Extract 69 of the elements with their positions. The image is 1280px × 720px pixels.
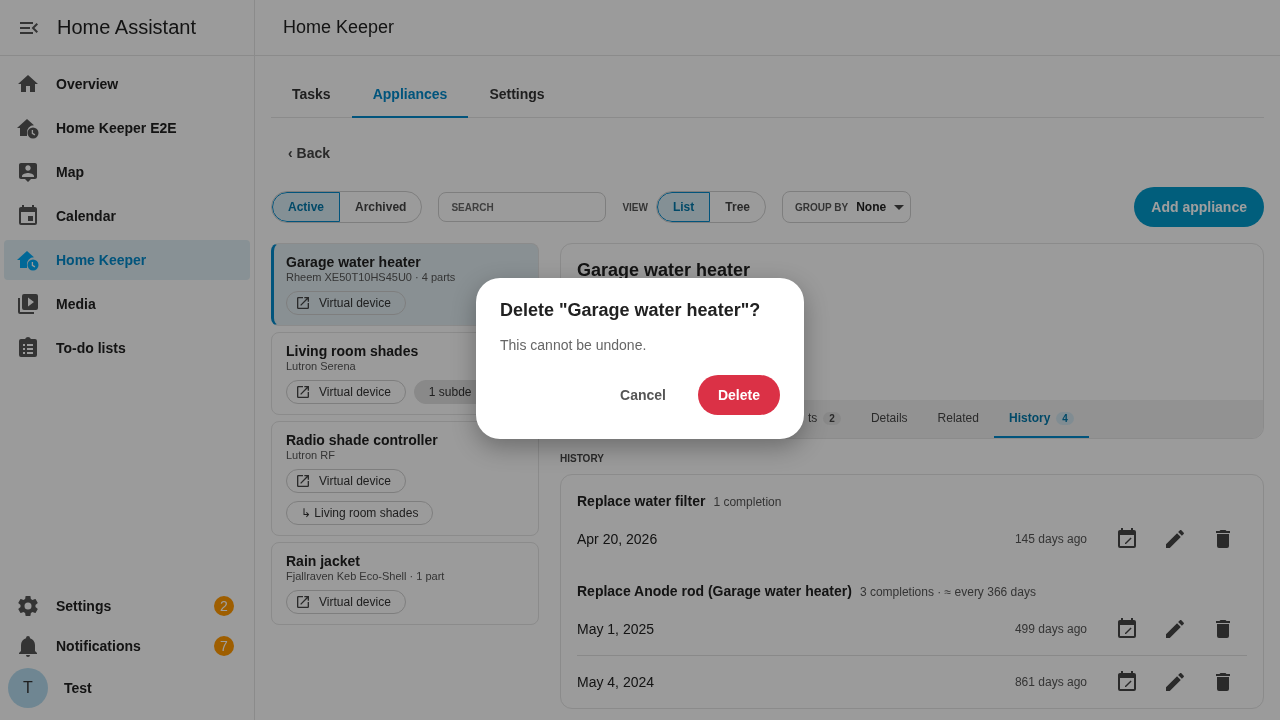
tab[interactable]: Tasks [271, 72, 352, 118]
relative-time: 145 days ago [1014, 532, 1087, 546]
detail-title: Garage water heater [577, 260, 751, 280]
sidebar-item[interactable]: Home Keeper E2E [4, 108, 250, 148]
pencil-icon [1163, 527, 1187, 551]
open-external-icon [295, 295, 311, 311]
sidebar-item[interactable]: To-do lists [4, 328, 250, 368]
delete-button[interactable]: Delete [697, 375, 780, 415]
pencil-icon [1163, 670, 1187, 694]
toggle-option[interactable]: Tree [710, 192, 765, 222]
count-badge: 2 [214, 596, 234, 616]
calendar-icon [16, 204, 40, 228]
completion-date: Apr 20, 2026 [577, 531, 658, 547]
sidebar-item[interactable]: Map [4, 152, 250, 192]
open-external-icon [295, 473, 311, 489]
appliance-card[interactable]: Rain jacket Fjallraven Keb Eco-Shell · 1 part Virtual device [271, 542, 539, 625]
toggle-option[interactable]: Archived [340, 192, 422, 222]
appliance-name: Rain jacket [286, 553, 360, 569]
completion-date: May 1, 2025 [577, 621, 655, 637]
appliance-subtitle: Lutron Serena [286, 360, 356, 372]
appliance-name: Garage water heater [286, 254, 421, 270]
bell-icon [16, 634, 40, 658]
detail-tab[interactable]: Details [855, 400, 923, 438]
play-stack-icon [16, 292, 40, 316]
detail-tab[interactable]: History 4 [993, 400, 1089, 438]
page-title: Home Keeper [283, 17, 395, 38]
sidebar-item[interactable]: Media [4, 284, 250, 324]
open-external-icon [295, 594, 311, 610]
pencil-icon [1163, 617, 1187, 641]
completion-date: May 4, 2024 [577, 674, 655, 690]
section-label: HISTORY [560, 453, 605, 464]
settings-icon [16, 594, 40, 618]
tab[interactable]: Settings [468, 72, 566, 118]
back-link[interactable]: ‹ Back [288, 145, 331, 161]
relative-time: 861 days ago [1014, 675, 1087, 689]
search-field[interactable]: SEARCH [438, 192, 607, 222]
task-name: Replace Anode rod (Garage water heater) [577, 583, 852, 599]
group-by-dropdown[interactable]: GROUP BY None [782, 191, 912, 223]
cancel-button[interactable]: Cancel [600, 375, 686, 415]
appliance-card[interactable]: Radio shade controller Lutron RF Virtual device ↳ Living room shades [271, 421, 539, 536]
open-external-icon [295, 384, 311, 400]
appliance-name: Radio shade controller [286, 432, 438, 448]
appliance-subtitle: Rheem XE50T10HS45U0 · 4 parts [286, 271, 456, 283]
sidebar-item[interactable]: Overview [4, 64, 250, 104]
checklist-icon [16, 336, 40, 360]
house-clock-icon [16, 116, 40, 140]
task-name: Replace water filter [577, 493, 706, 509]
caret-icon [894, 204, 905, 210]
calendar-edit-icon [1115, 670, 1139, 694]
house-clock-icon [16, 248, 40, 272]
view-label: VIEW [622, 201, 648, 213]
appliance-subtitle: Fjallraven Keb Eco-Shell · 1 part [286, 570, 445, 582]
calendar-edit-icon [1115, 527, 1139, 551]
task-meta: 3 completions · ≈ every 366 days [859, 585, 1036, 599]
sidebar-item[interactable]: Notifications 7 [4, 626, 250, 666]
task-meta: 1 completion [713, 495, 782, 509]
relative-time: 499 days ago [1014, 622, 1087, 636]
appliance-name: Living room shades [286, 343, 419, 359]
detail-tab[interactable]: Related [922, 400, 994, 438]
user-item[interactable]: T Test [0, 666, 254, 710]
count-badge: 7 [214, 636, 234, 656]
person-pin-icon [16, 160, 40, 184]
calendar-edit-icon [1115, 617, 1139, 641]
sidebar-item[interactable]: Calendar [4, 196, 250, 236]
app-title: Home Assistant [57, 16, 196, 39]
user-avatar: T [8, 668, 48, 708]
sidebar-item[interactable]: Settings 2 [4, 586, 250, 626]
appliance-subtitle: Lutron RF [286, 449, 335, 461]
detail-tab[interactable]: ts 2 [793, 400, 856, 438]
